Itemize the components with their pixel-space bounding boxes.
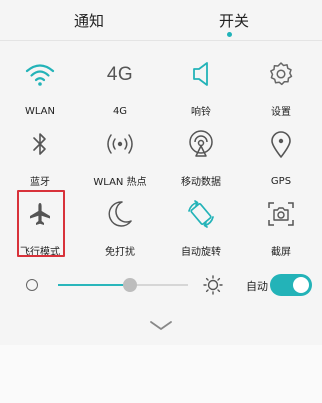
active-tab-indicator <box>227 32 232 37</box>
gear-icon <box>264 58 298 89</box>
tile-label: 4G <box>112 106 128 117</box>
toggle-knob <box>293 277 309 293</box>
tile-label: 响铃 <box>191 107 211 118</box>
brightness-low-icon <box>26 279 38 291</box>
auto-rotate-icon <box>184 198 218 229</box>
tile-gps[interactable]: GPS <box>241 118 321 188</box>
tile-label: 截屏 <box>271 247 291 258</box>
auto-brightness-toggle[interactable] <box>270 274 312 296</box>
tab-switches[interactable]: 开关 <box>219 10 249 31</box>
header-divider <box>0 40 322 41</box>
speaker-icon <box>184 58 218 89</box>
bluetooth-icon <box>23 128 57 159</box>
tile-label: 自动旋转 <box>181 247 221 258</box>
tab-notifications[interactable]: 通知 <box>74 10 104 31</box>
quick-settings-panel: 通知 开关 WLAN 4G 4G 响铃 设置 蓝牙 WLAN 热点 移动数据 G… <box>0 0 322 403</box>
expand-chevron-down-icon[interactable] <box>149 318 173 332</box>
tile-label: WLAN 热点 <box>93 177 147 188</box>
tile-label: 移动数据 <box>181 177 221 188</box>
brightness-slider-fill <box>58 284 130 286</box>
tile-settings[interactable]: 设置 <box>241 48 321 118</box>
4g-icon-text: 4G <box>106 64 134 85</box>
background-area <box>0 345 322 403</box>
tile-label: 蓝牙 <box>30 177 50 188</box>
brightness-slider-thumb[interactable] <box>122 278 137 292</box>
tile-label: WLAN <box>24 106 55 117</box>
header-tabs: 通知 开关 <box>0 0 322 40</box>
hotspot-icon <box>103 128 137 159</box>
tile-hotspot[interactable]: WLAN 热点 <box>80 118 160 188</box>
tile-label: 设置 <box>271 107 291 118</box>
tile-4g[interactable]: 4G 4G <box>80 48 160 118</box>
brightness-high-icon <box>203 275 223 295</box>
tile-label: GPS <box>270 176 292 187</box>
wifi-icon <box>23 58 57 92</box>
screenshot-icon <box>264 198 298 229</box>
tile-ring[interactable]: 响铃 <box>161 48 241 118</box>
moon-icon <box>103 198 137 229</box>
mobile-network-4g-icon: 4G <box>103 58 137 92</box>
tile-screenshot[interactable]: 截屏 <box>241 188 321 258</box>
tile-auto-rotate[interactable]: 自动旋转 <box>161 188 241 258</box>
tile-do-not-disturb[interactable]: 免打扰 <box>80 188 160 258</box>
highlight-box <box>17 190 65 257</box>
tile-label: 免打扰 <box>105 247 135 258</box>
tile-bluetooth[interactable]: 蓝牙 <box>0 118 80 188</box>
mobile-data-icon <box>184 128 218 159</box>
brightness-row: 自动 <box>0 270 322 300</box>
tile-wlan[interactable]: WLAN <box>0 48 80 118</box>
tile-mobile-data[interactable]: 移动数据 <box>161 118 241 188</box>
auto-brightness-label: 自动 <box>246 280 268 293</box>
location-pin-icon <box>264 128 298 162</box>
